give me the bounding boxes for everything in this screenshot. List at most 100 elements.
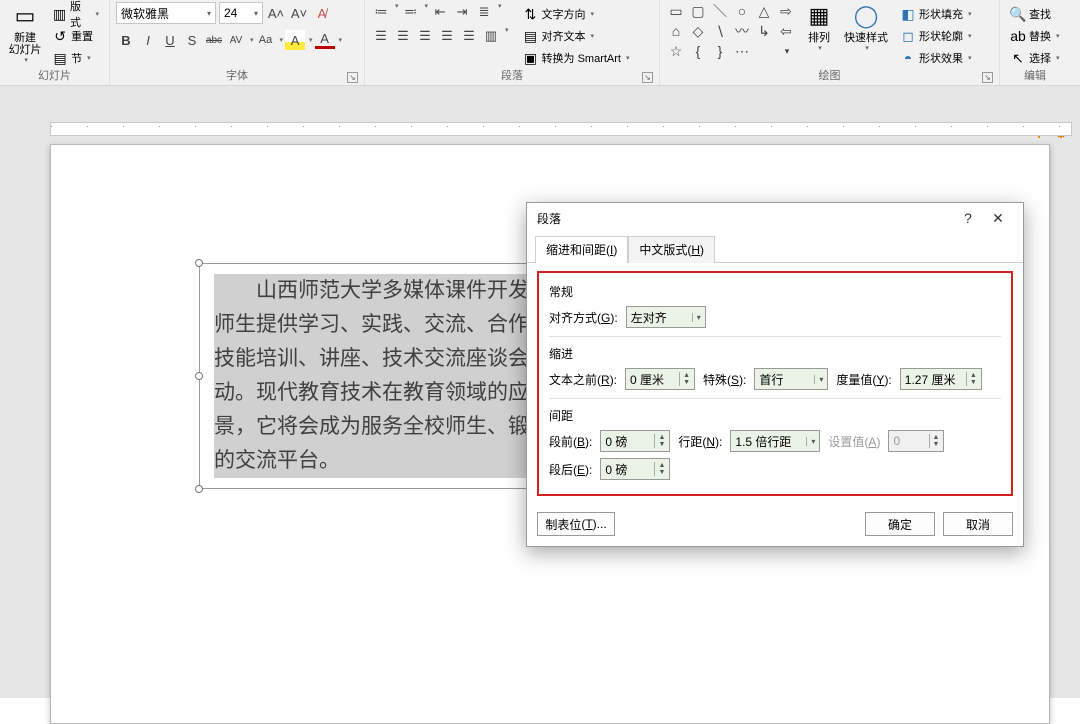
group-slides: ▭ 新建 幻灯片 ▾ ▥版式▾ ↺重置 ▤节▾ 幻灯片 (0, 0, 110, 85)
ok-button[interactable]: 确定 (865, 512, 935, 536)
shapes-gallery[interactable]: ▭▢＼○△⇨ ⌂◇∖〰↳⇦ ☆{}⋯▾ (666, 2, 796, 60)
line-spacing-button[interactable]: ≣ (474, 2, 494, 22)
shape-brace-icon[interactable]: { (688, 42, 708, 60)
find-icon: 🔍 (1010, 6, 1026, 22)
strike-button[interactable]: abc (204, 30, 224, 50)
layout-button[interactable]: ▥版式▾ (48, 4, 103, 24)
italic-button[interactable]: I (138, 30, 158, 50)
shape-curve-icon[interactable]: 〰 (732, 22, 752, 40)
dialog-titlebar[interactable]: 段落 ? ✕ (527, 203, 1023, 233)
tabs-button[interactable]: 制表位(T)... (537, 512, 615, 536)
new-slide-button[interactable]: ▭ 新建 幻灯片 ▾ (6, 2, 44, 64)
shape-fill-button[interactable]: ◧形状填充▾ (896, 4, 976, 24)
align-text-icon: ▤ (523, 28, 539, 44)
font-size-combo[interactable]: 24▾ (219, 2, 263, 24)
highlight-button[interactable]: A (285, 30, 305, 50)
char-spacing-button[interactable]: AV (226, 30, 246, 50)
shape-arrow-icon[interactable]: ⇨ (776, 2, 796, 20)
quick-styles-button[interactable]: ◯ 快速样式▾ (842, 2, 890, 52)
text-direction-button[interactable]: ⇅文字方向▾ (519, 4, 634, 24)
shape-diamond-icon[interactable]: ◇ (688, 22, 708, 40)
reset-button[interactable]: ↺重置 (48, 26, 103, 46)
columns-button[interactable]: ▥ (481, 26, 501, 46)
paragraph-dialog: 段落 ? ✕ 缩进和间距(I) 中文版式(H) 常规 对齐方式(G): 左对齐▾… (526, 202, 1024, 547)
align-center-button[interactable]: ☰ (393, 26, 413, 46)
shape-effects-icon: ◓ (900, 50, 916, 66)
at-spin: 0▲▼ (888, 430, 944, 452)
after-para-spin[interactable]: 0 磅▲▼ (600, 458, 670, 480)
shape-outline-button[interactable]: ◻形状轮廓▾ (896, 26, 976, 46)
shape-brace2-icon[interactable]: } (710, 42, 730, 60)
numbering-button[interactable]: ≕ (401, 2, 421, 22)
increase-indent-button[interactable]: ⇥ (452, 2, 472, 22)
grow-font-icon[interactable]: A˄ (266, 3, 286, 23)
justify-button[interactable]: ☰ (437, 26, 457, 46)
tab-indent-spacing[interactable]: 缩进和间距(I) (535, 236, 628, 263)
shadow-button[interactable]: S (182, 30, 202, 50)
group-label-font: 字体↘ (116, 69, 358, 85)
underline-button[interactable]: U (160, 30, 180, 50)
bold-button[interactable]: B (116, 30, 136, 50)
after-para-label: 段后(E): (549, 461, 592, 478)
special-label: 特殊(S): (703, 371, 746, 388)
drawing-dialog-launcher[interactable]: ↘ (982, 72, 993, 83)
reset-icon: ↺ (52, 28, 68, 44)
bullets-button[interactable]: ≔ (371, 2, 391, 22)
clear-format-icon[interactable]: A̸ (312, 3, 332, 23)
before-text-label: 文本之前(R): (549, 371, 617, 388)
replace-button[interactable]: ab替换▾ (1006, 26, 1064, 46)
distribute-button[interactable]: ☰ (459, 26, 479, 46)
section-button[interactable]: ▤节▾ (48, 48, 103, 68)
shape-triangle-icon[interactable]: △ (754, 2, 774, 20)
shape-line2-icon[interactable]: ∖ (710, 22, 730, 40)
shrink-font-icon[interactable]: A˅ (289, 3, 309, 23)
select-icon: ↖ (1010, 50, 1026, 66)
shape-callout-icon[interactable]: ⌂ (666, 22, 686, 40)
alignment-label: 对齐方式(G): (549, 309, 618, 326)
shape-arrowl-icon[interactable]: ⇦ (776, 22, 796, 40)
font-name-combo[interactable]: 微软雅黑▾ (116, 2, 216, 24)
close-button[interactable]: ✕ (983, 203, 1013, 233)
group-drawing: ▭▢＼○△⇨ ⌂◇∖〰↳⇦ ☆{}⋯▾ ▦ 排列▾ ◯ 快速样式▾ ◧形状填充▾… (660, 0, 1000, 85)
shape-connector-icon[interactable]: ↳ (754, 22, 774, 40)
align-text-button[interactable]: ▤对齐文本▾ (519, 26, 634, 46)
font-color-button[interactable]: A (315, 32, 335, 49)
align-right-button[interactable]: ☰ (415, 26, 435, 46)
find-button[interactable]: 🔍查找 (1006, 4, 1064, 24)
horizontal-ruler[interactable] (50, 122, 1072, 136)
arrange-icon: ▦ (802, 2, 836, 30)
group-font: 微软雅黑▾ 24▾ A˄ A˅ A̸ B I U S abc AV ▾ Aa ▾… (110, 0, 365, 85)
shape-line-icon[interactable]: ＼ (710, 2, 730, 20)
tab-asian[interactable]: 中文版式(H) (628, 236, 715, 263)
group-paragraph: ≔▾ ≕▾ ⇤ ⇥ ≣▾ ☰ ☰ ☰ ☰ ☰ ▥▾ ⇅文字方向▾ ▤对齐文本▾ (365, 0, 660, 85)
change-case-button[interactable]: Aa (256, 30, 276, 50)
before-para-spin[interactable]: 0 磅▲▼ (600, 430, 670, 452)
line-spacing-label: 行距(N): (678, 433, 722, 450)
paragraph-dialog-launcher[interactable]: ↘ (642, 72, 653, 83)
by-spin[interactable]: 1.27 厘米▲▼ (900, 368, 982, 390)
arrange-button[interactable]: ▦ 排列▾ (802, 2, 836, 52)
smartart-button[interactable]: ▣转换为 SmartArt▾ (519, 48, 634, 68)
shape-effects-button[interactable]: ◓形状效果▾ (896, 48, 976, 68)
shape-rrect-icon[interactable]: ▢ (688, 2, 708, 20)
highlighted-section: 常规 对齐方式(G): 左对齐▾ 缩进 文本之前(R): 0 厘米▲▼ 特殊(S… (537, 271, 1013, 496)
line-spacing-combo[interactable]: 1.5 倍行距▾ (730, 430, 820, 452)
special-combo[interactable]: 首行▾ (754, 368, 828, 390)
decrease-indent-button[interactable]: ⇤ (430, 2, 450, 22)
before-text-spin[interactable]: 0 厘米▲▼ (625, 368, 695, 390)
alignment-combo[interactable]: 左对齐▾ (626, 306, 706, 328)
group-label-slides: 幻灯片 (6, 69, 103, 85)
font-dialog-launcher[interactable]: ↘ (347, 72, 358, 83)
shape-star-icon[interactable]: ☆ (666, 42, 686, 60)
replace-icon: ab (1010, 28, 1026, 44)
select-button[interactable]: ↖选择▾ (1006, 48, 1064, 68)
help-button[interactable]: ? (953, 203, 983, 233)
shape-rect-icon[interactable]: ▭ (666, 2, 686, 20)
cancel-button[interactable]: 取消 (943, 512, 1013, 536)
align-left-button[interactable]: ☰ (371, 26, 391, 46)
group-editing: 🔍查找 ab替换▾ ↖选择▾ 编辑 (1000, 0, 1070, 85)
shape-oval-icon[interactable]: ○ (732, 2, 752, 20)
ribbon: ▭ 新建 幻灯片 ▾ ▥版式▾ ↺重置 ▤节▾ 幻灯片 微软雅黑▾ 24▾ A˄… (0, 0, 1080, 86)
shape-more-icon[interactable]: ⋯ (732, 42, 752, 60)
smartart-icon: ▣ (523, 50, 539, 66)
